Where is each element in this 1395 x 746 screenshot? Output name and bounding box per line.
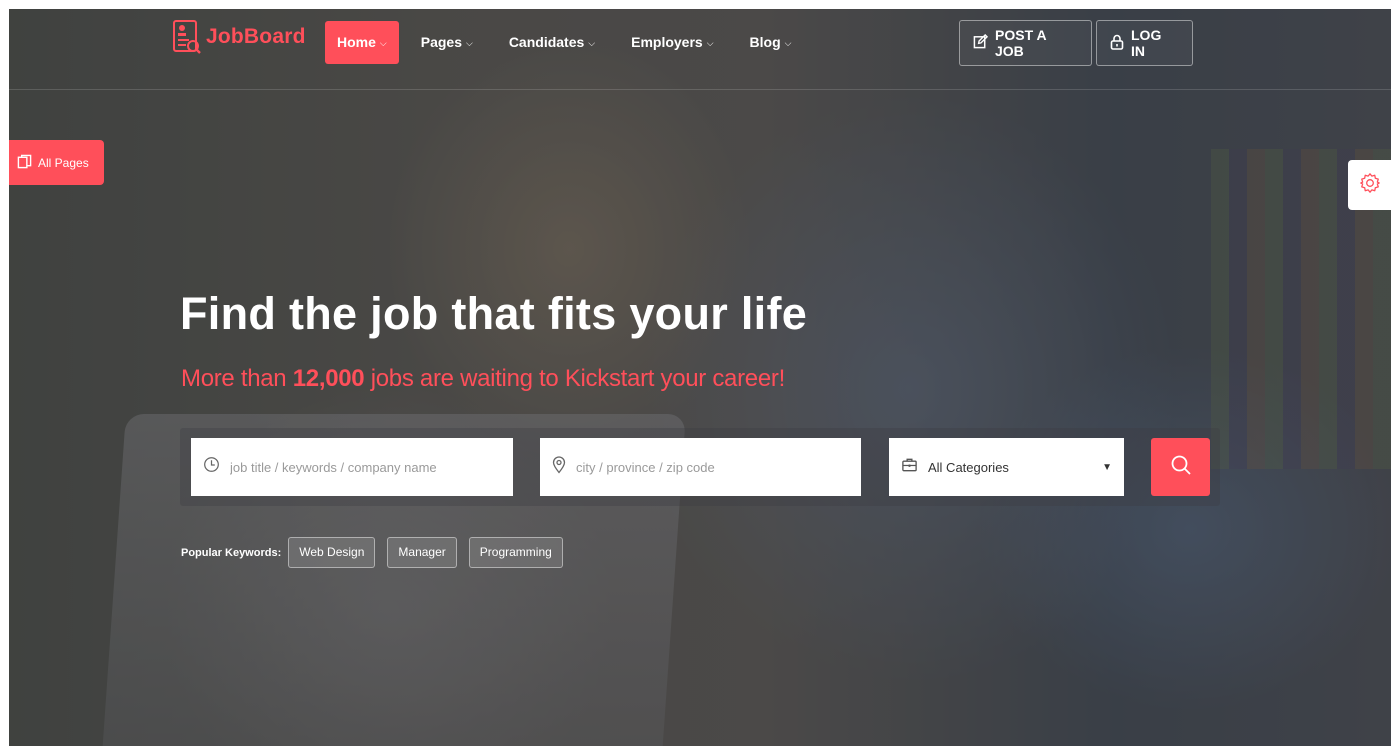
edit-icon: [973, 33, 989, 52]
subtitle-prefix: More than: [181, 365, 293, 392]
subtitle-job-count: 12,000: [292, 365, 365, 392]
lock-icon: [1110, 34, 1124, 53]
menu-item-blog[interactable]: Blog ⌵: [736, 21, 806, 64]
category-select[interactable]: All Categories ▼: [889, 438, 1124, 496]
settings-button[interactable]: [1348, 160, 1391, 210]
login-label: LOG IN: [1131, 27, 1162, 59]
gear-icon: [1359, 172, 1381, 199]
briefcase-icon: [901, 457, 918, 478]
location-field[interactable]: [540, 438, 861, 496]
all-pages-label: All Pages: [38, 155, 89, 170]
menu-label: Employers: [631, 34, 703, 50]
job-search-form: All Categories ▼: [180, 428, 1220, 506]
hero-subtitle: More than 12,000 jobs are waiting to Kic…: [181, 365, 785, 393]
hero-title: Find the job that fits your life: [180, 288, 808, 339]
menu-item-candidates[interactable]: Candidates ⌵: [495, 21, 609, 64]
search-icon: [1170, 454, 1192, 481]
main-menu: Home ⌵ Pages ⌵ Candidates ⌵ Employers ⌵ …: [325, 21, 813, 64]
popular-keywords: Popular Keywords: Web Design Manager Pro…: [181, 537, 575, 568]
chevron-down-icon: ⌵: [784, 38, 792, 48]
post-job-label: POST A JOB: [995, 27, 1047, 59]
caret-down-icon: ▼: [1102, 461, 1112, 473]
location-input[interactable]: [576, 459, 836, 475]
menu-label: Blog: [749, 34, 781, 50]
subtitle-suffix: jobs are waiting to Kickstart your caree…: [364, 365, 786, 392]
keyword-field[interactable]: [191, 438, 513, 496]
keyword-tag[interactable]: Programming: [468, 537, 563, 568]
pages-icon: [17, 154, 32, 172]
chevron-down-icon: ⌵: [588, 38, 596, 48]
menu-label: Home: [337, 34, 376, 50]
chevron-down-icon: ⌵: [706, 38, 714, 48]
chevron-down-icon: ⌵: [379, 38, 387, 48]
keyword-tag[interactable]: Manager: [387, 537, 457, 568]
keyword-tag[interactable]: Web Design: [288, 537, 376, 568]
logo-icon: [172, 18, 202, 56]
all-pages-button[interactable]: All Pages: [9, 140, 104, 185]
menu-label: Candidates: [508, 34, 585, 50]
map-pin-icon: [552, 455, 566, 479]
chevron-down-icon: ⌵: [465, 38, 473, 48]
menu-item-employers[interactable]: Employers ⌵: [617, 21, 727, 64]
menu-label: Pages: [420, 34, 462, 50]
brand-logo[interactable]: JobBoard: [172, 18, 306, 56]
search-button[interactable]: [1151, 438, 1210, 496]
popular-keywords-label: Popular Keywords:: [181, 546, 282, 559]
logo-text: JobBoard: [206, 25, 306, 48]
menu-item-home[interactable]: Home ⌵: [325, 21, 399, 64]
post-job-button[interactable]: POST A JOB: [959, 20, 1092, 66]
menu-item-pages[interactable]: Pages ⌵: [407, 21, 487, 64]
clock-icon: [203, 456, 220, 478]
category-value: All Categories: [928, 459, 1009, 475]
login-button[interactable]: LOG IN: [1096, 20, 1193, 66]
keyword-input[interactable]: [230, 459, 490, 475]
